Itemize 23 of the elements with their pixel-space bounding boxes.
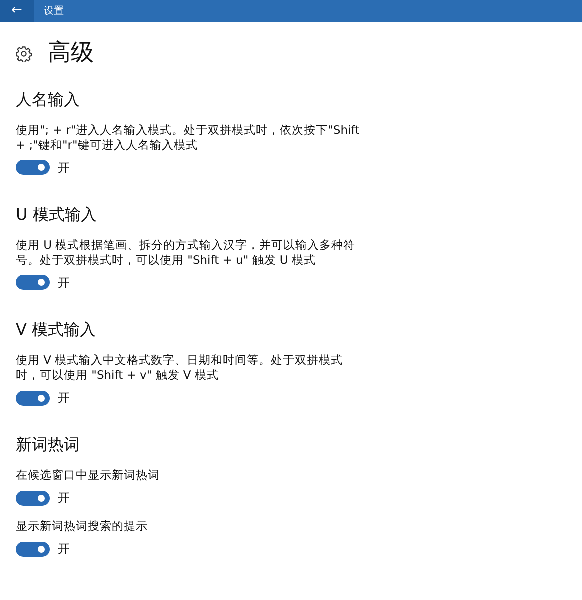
toggle-switch[interactable] (16, 275, 50, 290)
setting-description: 使用"; + r"进入人名输入模式。处于双拼模式时，依次按下"Shift + ;"键和"r"键可进入人名输入模式 (16, 122, 361, 153)
setting-description: 使用 U 模式根据笔画、拆分的方式输入汉字，并可以输入多种符号。处于双拼模式时，可以使用 "Shift + u" 触发 U 模式 (16, 238, 357, 268)
toggle-state-label: 开 (58, 490, 70, 508)
window-title: 设置 (44, 4, 64, 18)
section-heading: V 模式输入 (16, 320, 98, 340)
toggle-state-label: 开 (58, 274, 70, 292)
section-heading: U 模式输入 (16, 204, 98, 224)
setting-description: 显示新词热词搜索的提示 (16, 519, 149, 534)
toggle-state-label: 开 (58, 160, 70, 177)
toggle-state-label: 开 (58, 541, 70, 558)
toggle-switch[interactable] (16, 390, 50, 406)
toggle-switch[interactable] (16, 542, 50, 557)
setting-description: 使用 V 模式输入中文格式数字、日期和时间等。处于双拼模式时，可以使用 "Shift + v" 触发 V 模式 (16, 353, 344, 384)
gear-icon (16, 46, 32, 62)
page-title: 高级 (48, 40, 94, 68)
section-heading: 新词热词 (16, 435, 81, 454)
toggle-state-label: 开 (58, 390, 70, 408)
toggle-switch[interactable] (16, 490, 50, 506)
section-heading: 人名输入 (16, 90, 81, 109)
back-button[interactable]: ← (0, 0, 34, 22)
toggle-switch[interactable] (16, 160, 50, 176)
setting-description: 在候选窗口中显示新词热词 (16, 468, 161, 484)
